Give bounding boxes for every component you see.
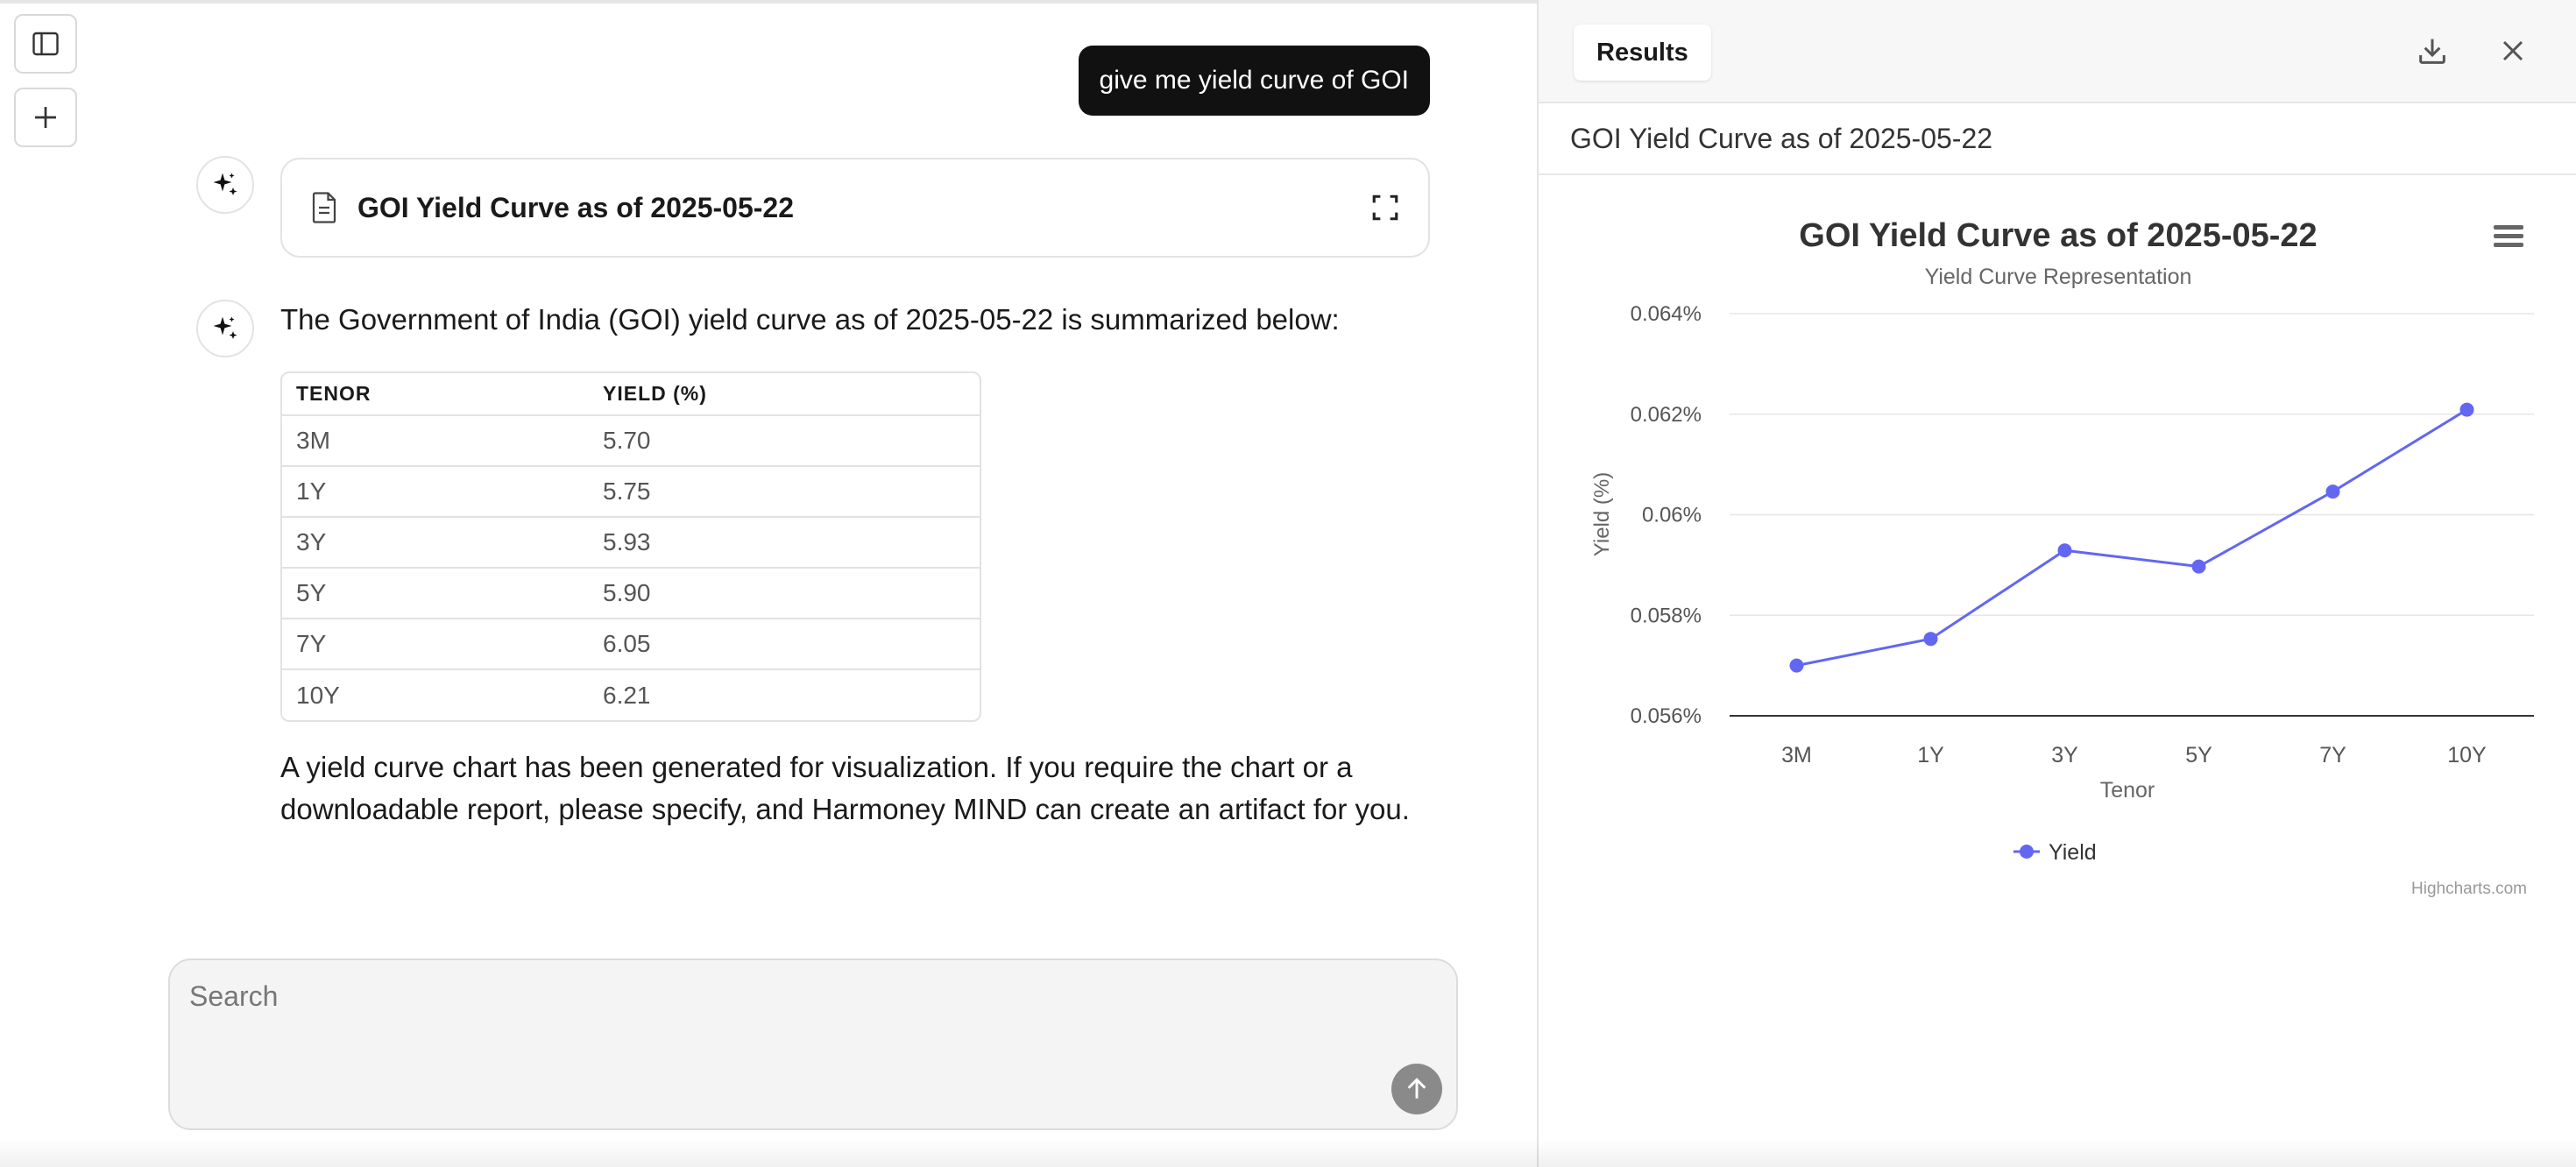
x-tick-label: 10Y: [2447, 743, 2487, 767]
table-row: 1Y 5.75: [282, 465, 980, 517]
yield-cell: 6.21: [589, 668, 980, 720]
series-line-yield: [1796, 408, 2468, 668]
panel-title: GOI Yield Curve as of 2025-05-22: [1570, 123, 1993, 154]
close-icon[interactable]: [2495, 33, 2530, 68]
assistant-avatar: [196, 156, 254, 214]
yield-cell: 5.70: [603, 427, 651, 454]
legend[interactable]: Yield: [2013, 840, 2097, 865]
document-icon: [312, 192, 336, 223]
tenor-cell: 7Y: [282, 618, 589, 669]
tenor-cell: 1Y: [282, 465, 589, 517]
data-point-3Y[interactable]: [2057, 543, 2072, 558]
bottom-shadow: [0, 1139, 2576, 1167]
x-axis-label: Tenor: [2100, 778, 2155, 803]
table-header-row: TENOR YIELD (%): [282, 373, 980, 416]
y-tick-label: 0.058%: [1631, 604, 1702, 627]
panel-header: Results: [1539, 0, 2576, 103]
table-row: 3M 5.70: [282, 415, 980, 466]
chart-subtitle: Yield Curve Representation: [1925, 265, 2192, 289]
chat-area: give me yield curve of GOI GOI Yield Cur…: [0, 0, 1537, 1167]
legend-item-yield: Yield: [2049, 840, 2097, 865]
yield-cell: 5.75: [589, 465, 980, 517]
y-tick-label: 0.062%: [1631, 403, 1702, 427]
table-row: 3Y 5.93: [282, 516, 980, 568]
user-message: give me yield curve of GOI: [1078, 46, 1430, 116]
arrow-up-icon: [1407, 1078, 1426, 1099]
data-point-7Y[interactable]: [2325, 484, 2340, 499]
yield-cell: 6.05: [589, 618, 980, 669]
assistant-note: A yield curve chart has been generated f…: [280, 751, 1410, 825]
x-tick-label: 5Y: [2185, 743, 2212, 767]
x-tick-label: 3M: [1781, 743, 1812, 767]
download-icon[interactable]: [2415, 33, 2450, 68]
table-header-tenor: TENOR: [282, 373, 589, 416]
sparkle-icon: [213, 316, 237, 339]
table-header-yield: YIELD (%): [589, 373, 980, 416]
send-button[interactable]: [1391, 1064, 1442, 1114]
tab-results[interactable]: Results: [1574, 25, 1711, 81]
yield-table: TENOR YIELD (%) 3M 5.70 1Y 5.75 3Y 5.93 5Y 5…: [280, 371, 981, 722]
tenor-cell: 10Y: [282, 668, 589, 720]
table-row: 5Y 5.90: [282, 567, 980, 619]
results-panel: Results GOI Yield Curve as of 2025-05-22…: [1537, 0, 2576, 1167]
chart-credits[interactable]: Highcharts.com: [2411, 880, 2527, 898]
tenor-cell: 3M: [296, 427, 330, 454]
x-tick-label: 3Y: [2051, 743, 2078, 767]
data-point-5Y[interactable]: [2191, 559, 2206, 574]
legend-swatch-dot: [2020, 845, 2034, 859]
data-point-10Y[interactable]: [2459, 402, 2474, 417]
artifact-title: GOI Yield Curve as of 2025-05-22: [357, 191, 795, 223]
chart-menu-icon[interactable]: [2494, 225, 2523, 247]
yield-chart: GOI Yield Curve as of 2025-05-22 Yield C…: [1539, 175, 2576, 911]
yield-cell: 5.93: [589, 516, 980, 568]
artifact-card[interactable]: GOI Yield Curve as of 2025-05-22: [280, 158, 1430, 258]
search-input[interactable]: [189, 974, 1328, 1018]
data-point-1Y[interactable]: [1923, 632, 1938, 647]
table-row: 7Y 6.05: [282, 618, 980, 669]
assistant-summary: The Government of India (GOI) yield curv…: [280, 303, 1340, 336]
y-tick-label: 0.064%: [1631, 302, 1702, 326]
x-tick-label: 1Y: [1917, 743, 1944, 767]
expand-icon[interactable]: [1370, 193, 1400, 223]
chart-svg: GOI Yield Curve as of 2025-05-22 Yield C…: [1590, 217, 2534, 898]
y-tick-label: 0.056%: [1631, 704, 1702, 728]
y-axis-label: Yield (%): [1590, 472, 1614, 556]
sparkle-icon: [213, 173, 237, 195]
yield-cell: 5.90: [589, 567, 980, 619]
tenor-cell: 5Y: [282, 567, 589, 619]
data-point-3M[interactable]: [1789, 658, 1804, 673]
table-row: 10Y 6.21: [282, 668, 980, 720]
y-tick-label: 0.06%: [1642, 504, 1702, 527]
assistant-avatar: [196, 300, 254, 357]
search-box: [168, 958, 1458, 1130]
tenor-cell: 3Y: [282, 516, 589, 568]
chart-title: GOI Yield Curve as of 2025-05-22: [1799, 217, 2317, 254]
x-tick-label: 7Y: [2319, 743, 2346, 767]
